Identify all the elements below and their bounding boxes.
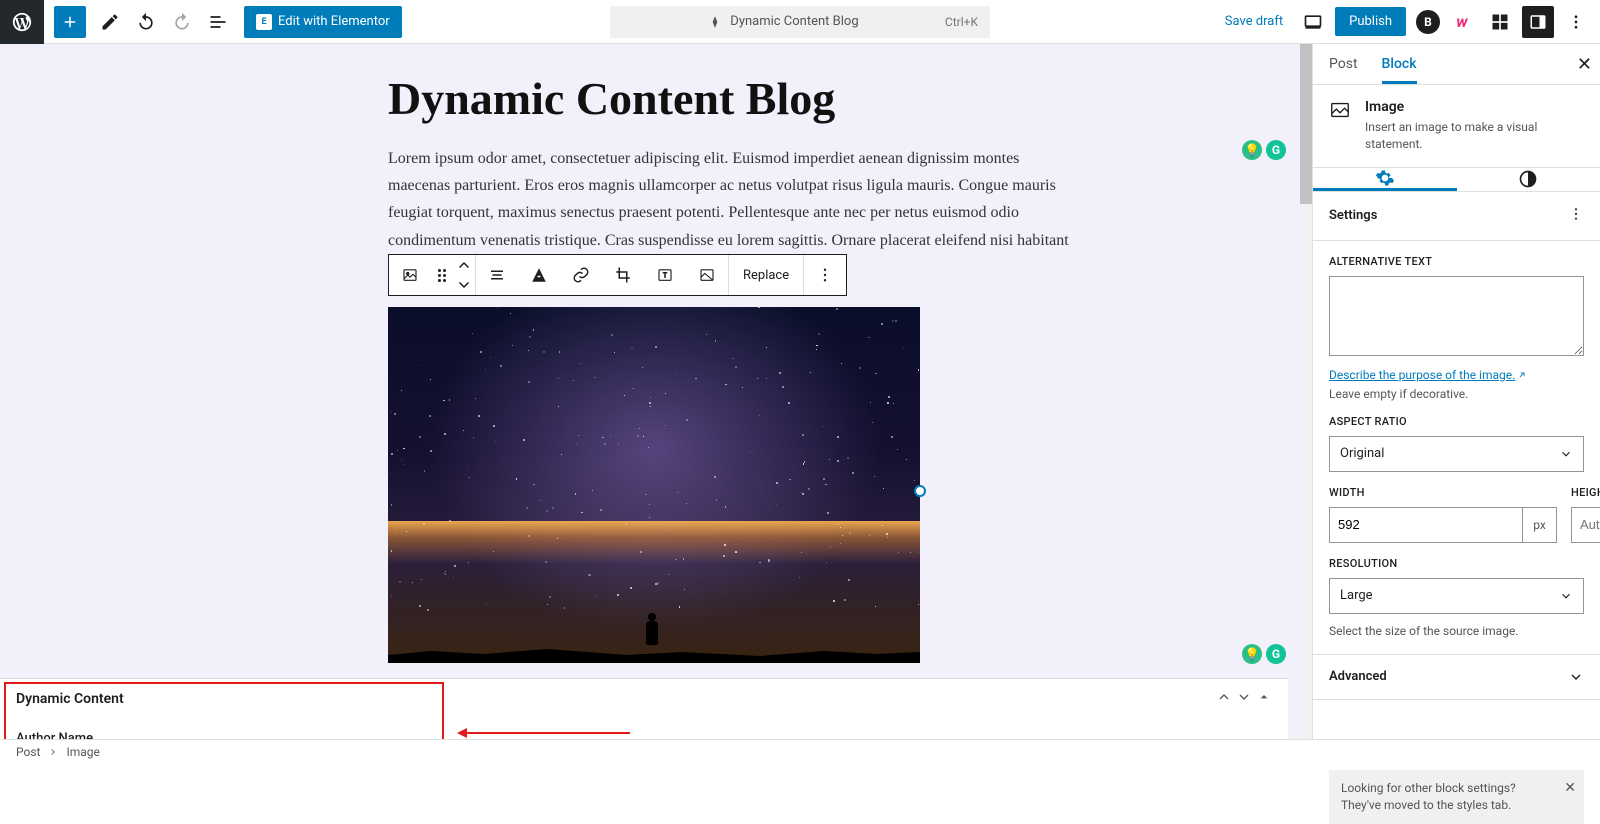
advanced-panel-header[interactable]: Advanced <box>1313 655 1600 700</box>
annotation-red-arrow <box>460 732 630 734</box>
chevron-down-icon <box>1568 669 1584 685</box>
add-block-button[interactable] <box>54 6 86 38</box>
suggestion-bulb-icon[interactable]: 💡 <box>1242 644 1262 664</box>
options-button[interactable] <box>1560 6 1592 38</box>
section-move-up[interactable] <box>1216 689 1232 709</box>
block-toolbar: Replace <box>388 254 847 296</box>
tab-post[interactable]: Post <box>1329 44 1358 84</box>
save-draft-button[interactable]: Save draft <box>1217 14 1291 29</box>
undo-button[interactable] <box>128 4 164 40</box>
block-type-image-button[interactable] <box>389 255 431 295</box>
aspect-ratio-label: Aspect Ratio <box>1329 415 1584 428</box>
wp-logo[interactable] <box>0 0 44 44</box>
author-name-label: Author Name <box>16 731 1272 739</box>
alt-text-input[interactable] <box>1329 276 1584 356</box>
preview-button[interactable] <box>1297 6 1329 38</box>
settings-sidebar-toggle[interactable] <box>1522 6 1554 38</box>
resize-handle-right[interactable] <box>914 485 926 497</box>
panel-options-button[interactable] <box>1568 206 1584 226</box>
document-title-bar[interactable]: Dynamic Content Blog Ctrl+K <box>610 6 990 38</box>
alt-text-help-link[interactable]: Describe the purpose of the image. <box>1329 368 1527 382</box>
replace-button[interactable]: Replace <box>729 268 803 283</box>
tools-button[interactable] <box>92 4 128 40</box>
edit-elementor-label: Edit with Elementor <box>278 14 390 29</box>
resolution-select[interactable]: Large <box>1329 578 1584 614</box>
block-inserter-toggle[interactable] <box>1484 6 1516 38</box>
settings-subtab[interactable] <box>1313 168 1457 191</box>
grammarly-icon[interactable]: G <box>1266 140 1286 160</box>
alt-text-label: Alternative Text <box>1329 255 1584 268</box>
redo-button[interactable] <box>164 4 200 40</box>
malcare-icon[interactable]: w <box>1446 6 1478 38</box>
link-button[interactable] <box>560 255 602 295</box>
section-move-down[interactable] <box>1236 689 1252 709</box>
settings-panel-title: Settings <box>1329 208 1377 223</box>
height-label: Height <box>1571 486 1600 499</box>
pen-icon <box>708 15 722 29</box>
close-sidebar-button[interactable]: ✕ <box>1577 54 1592 75</box>
image-icon <box>1329 99 1351 121</box>
document-title: Dynamic Content Blog <box>730 14 858 29</box>
styles-moved-notice: Looking for other block settings? They'v… <box>1329 770 1584 824</box>
text-overlay-button[interactable] <box>644 255 686 295</box>
drag-handle[interactable] <box>431 255 453 295</box>
chevron-down-icon <box>1559 447 1573 461</box>
grammarly-icon[interactable]: G <box>1266 644 1286 664</box>
elementor-icon: E <box>256 14 272 30</box>
tab-block[interactable]: Block <box>1382 44 1417 84</box>
dynamic-content-heading: Dynamic Content <box>16 691 124 707</box>
caption-button[interactable] <box>518 255 560 295</box>
resolution-hint: Select the size of the source image. <box>1329 624 1584 638</box>
width-input[interactable] <box>1329 507 1523 543</box>
align-button[interactable] <box>476 255 518 295</box>
section-toggle[interactable] <box>1256 689 1272 709</box>
width-label: Width <box>1329 486 1557 499</box>
image-block[interactable] <box>388 307 920 663</box>
dismiss-notice-button[interactable]: ✕ <box>1564 778 1576 798</box>
width-unit: px <box>1523 507 1557 543</box>
chevron-down-icon <box>1559 589 1573 603</box>
shortcut-hint: Ctrl+K <box>945 15 978 29</box>
publish-button[interactable]: Publish <box>1335 7 1406 36</box>
breadcrumb-image[interactable]: Image <box>66 745 99 759</box>
plugin-badge-button[interactable]: B <box>1416 10 1440 34</box>
post-title[interactable]: Dynamic Content Blog <box>388 72 1078 125</box>
scrollbar-thumb[interactable] <box>1300 44 1312 204</box>
block-description: Insert an image to make a visual stateme… <box>1365 119 1584 153</box>
edit-with-elementor-button[interactable]: E Edit with Elementor <box>244 6 402 38</box>
resolution-label: Resolution <box>1329 557 1584 570</box>
alt-text-hint: Leave empty if decorative. <box>1329 387 1584 401</box>
styles-subtab[interactable] <box>1457 168 1600 191</box>
breadcrumb-post[interactable]: Post <box>16 745 40 759</box>
aspect-ratio-select[interactable]: Original <box>1329 436 1584 472</box>
crop-button[interactable] <box>602 255 644 295</box>
document-overview-button[interactable] <box>200 4 236 40</box>
chevron-right-icon <box>48 747 58 757</box>
block-options-button[interactable] <box>804 255 846 295</box>
editor-canvas[interactable]: Dynamic Content Blog Lorem ipsum odor am… <box>0 44 1300 739</box>
duotone-button[interactable] <box>686 255 728 295</box>
scrollbar-track[interactable] <box>1300 44 1312 739</box>
suggestion-bulb-icon[interactable]: 💡 <box>1242 140 1262 160</box>
height-input[interactable] <box>1571 507 1600 543</box>
block-breadcrumb: Post Image <box>0 739 1600 763</box>
block-name: Image <box>1365 99 1584 115</box>
move-updown-buttons[interactable] <box>453 255 475 295</box>
